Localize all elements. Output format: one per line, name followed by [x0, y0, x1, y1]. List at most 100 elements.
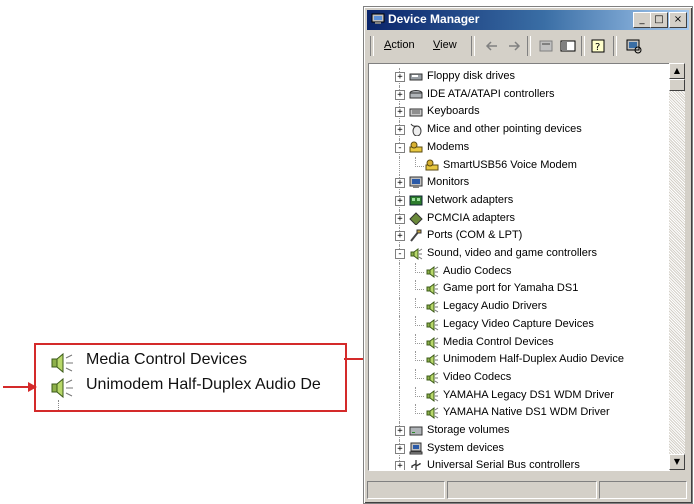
speaker-icon	[51, 352, 73, 374]
expand-button[interactable]: +	[395, 72, 405, 82]
toolbar-separator	[471, 36, 475, 56]
device-manager-window: Device Manager _ □ × Action View ? + Flo…	[363, 6, 693, 504]
back-arrow-icon[interactable]	[483, 38, 501, 54]
expand-button[interactable]: +	[395, 231, 405, 242]
menu-action[interactable]: Action	[384, 39, 415, 51]
device-manager-icon	[371, 13, 385, 24]
title-bar[interactable]: Device Manager _ □ ×	[367, 10, 689, 30]
tree-item-label: Modems	[427, 140, 470, 153]
expand-button[interactable]: +	[395, 443, 405, 454]
expand-button[interactable]: +	[395, 89, 405, 100]
modem-icon	[425, 159, 439, 170]
toolbar-separator	[527, 36, 531, 56]
tree-item[interactable]: + Universal Serial Bus controllers	[369, 457, 669, 471]
collapse-button[interactable]: -	[395, 142, 405, 153]
expand-button[interactable]: +	[395, 426, 405, 436]
tree-item[interactable]: + IDE ATA/ATAPI controllers	[369, 85, 669, 104]
tree-item[interactable]: + PCMCIA adapters	[369, 209, 669, 228]
tree-item[interactable]: - Modems	[369, 138, 669, 157]
expand-button[interactable]: +	[395, 125, 405, 136]
expand-button[interactable]: +	[395, 461, 405, 470]
tree-line	[58, 400, 67, 410]
forward-arrow-icon[interactable]	[505, 38, 523, 54]
scroll-up-button[interactable]: ▲	[669, 63, 685, 79]
tree-connector	[415, 368, 424, 379]
tree-item[interactable]: + Floppy disk drives	[369, 68, 669, 86]
tree-item[interactable]: - Sound, video and game controllers	[369, 245, 669, 263]
tree-item[interactable]: YAMAHA Native DS1 WDM Driver	[369, 404, 669, 423]
tree-connector	[399, 404, 400, 423]
port-icon	[410, 229, 422, 242]
tree-item[interactable]: Audio Codecs	[369, 262, 669, 281]
help-icon[interactable]: ?	[589, 38, 607, 54]
tree-item-label: Keyboards	[427, 105, 480, 118]
speaker-icon	[426, 283, 439, 296]
tree-item-label: Network adapters	[427, 193, 514, 206]
scroll-down-button[interactable]: ▼	[669, 454, 685, 470]
tree-connector	[399, 262, 400, 281]
tree-connector	[415, 156, 424, 167]
computer-icon	[409, 442, 423, 455]
vertical-scrollbar[interactable]: ▲ ▼	[669, 63, 685, 470]
collapse-button[interactable]: -	[395, 249, 405, 259]
tree-connector	[399, 156, 400, 175]
tree-item[interactable]: Legacy Video Capture Devices	[369, 315, 669, 334]
tree-item[interactable]: + Ports (COM & LPT)	[369, 227, 669, 246]
tree-item-label: Legacy Audio Drivers	[443, 300, 547, 313]
expand-button[interactable]: +	[395, 178, 405, 189]
expand-button[interactable]: +	[395, 213, 405, 224]
tree-item[interactable]: Legacy Audio Drivers	[369, 298, 669, 317]
tree-connector	[399, 386, 400, 405]
storage-icon	[409, 426, 423, 436]
tree-item[interactable]: Unimodem Half-Duplex Audio Device	[369, 351, 669, 370]
speaker-icon	[426, 354, 439, 367]
speaker-icon	[426, 407, 439, 420]
tree-item-label: YAMAHA Legacy DS1 WDM Driver	[443, 388, 614, 401]
tree-item-label: Storage volumes	[427, 424, 510, 436]
tree-item[interactable]: Media Control Devices	[369, 333, 669, 352]
tree-item-label: Universal Serial Bus controllers	[427, 459, 580, 471]
close-button[interactable]: ×	[669, 12, 687, 28]
tree-connector	[399, 315, 400, 334]
status-panel	[367, 481, 445, 499]
toolbar-separator	[613, 36, 617, 56]
properties-icon[interactable]	[537, 38, 555, 54]
tree-item[interactable]: YAMAHA Legacy DS1 WDM Driver	[369, 386, 669, 405]
status-bar	[367, 478, 689, 500]
tree-item-label: Monitors	[427, 176, 470, 189]
tree-item[interactable]: SmartUSB56 Voice Modem	[369, 156, 669, 175]
expand-button[interactable]: +	[395, 107, 405, 118]
tree-item-label: Floppy disk drives	[427, 70, 516, 82]
zoom-label: Media Control Devices	[86, 351, 247, 368]
expand-button[interactable]: +	[395, 195, 405, 206]
keyboard-icon	[409, 108, 423, 117]
show-hide-tree-icon[interactable]	[559, 38, 577, 54]
tree-connector	[415, 298, 424, 309]
scroll-thumb[interactable]	[669, 79, 685, 91]
tree-item[interactable]: + Mice and other pointing devices	[369, 121, 669, 140]
tree-item-label: Audio Codecs	[443, 264, 512, 277]
menu-view[interactable]: View	[433, 39, 457, 51]
tree-item[interactable]: + Monitors	[369, 174, 669, 193]
network-adapter-icon	[409, 195, 423, 206]
tree-item-label: PCMCIA adapters	[427, 211, 516, 224]
minimize-button[interactable]: _	[633, 12, 651, 28]
speaker-icon	[426, 301, 439, 314]
toolbar-grip	[370, 36, 374, 56]
tree-item-label: System devices	[427, 441, 505, 454]
tree-item[interactable]: + Storage volumes	[369, 422, 669, 440]
tree-item[interactable]: Game port for Yamaha DS1	[369, 280, 669, 299]
tree-connector	[399, 368, 400, 387]
zoom-callout: Media Control Devices Unimodem Half-Dupl…	[34, 343, 347, 412]
scan-hardware-icon[interactable]	[625, 38, 643, 54]
tree-item[interactable]: + Network adapters	[369, 191, 669, 210]
device-tree[interactable]: + Floppy disk drives + IDE ATA/ATAPI contro…	[368, 63, 670, 471]
tree-item[interactable]: Video Codecs	[369, 368, 669, 387]
maximize-button[interactable]: □	[650, 12, 668, 28]
tree-item[interactable]: + System devices	[369, 439, 669, 458]
tree-connector	[399, 333, 400, 352]
window-title: Device Manager	[388, 12, 480, 26]
tree-item[interactable]: + Keyboards	[369, 103, 669, 122]
tree-item-label: Legacy Video Capture Devices	[443, 317, 594, 330]
speaker-icon	[426, 389, 439, 402]
